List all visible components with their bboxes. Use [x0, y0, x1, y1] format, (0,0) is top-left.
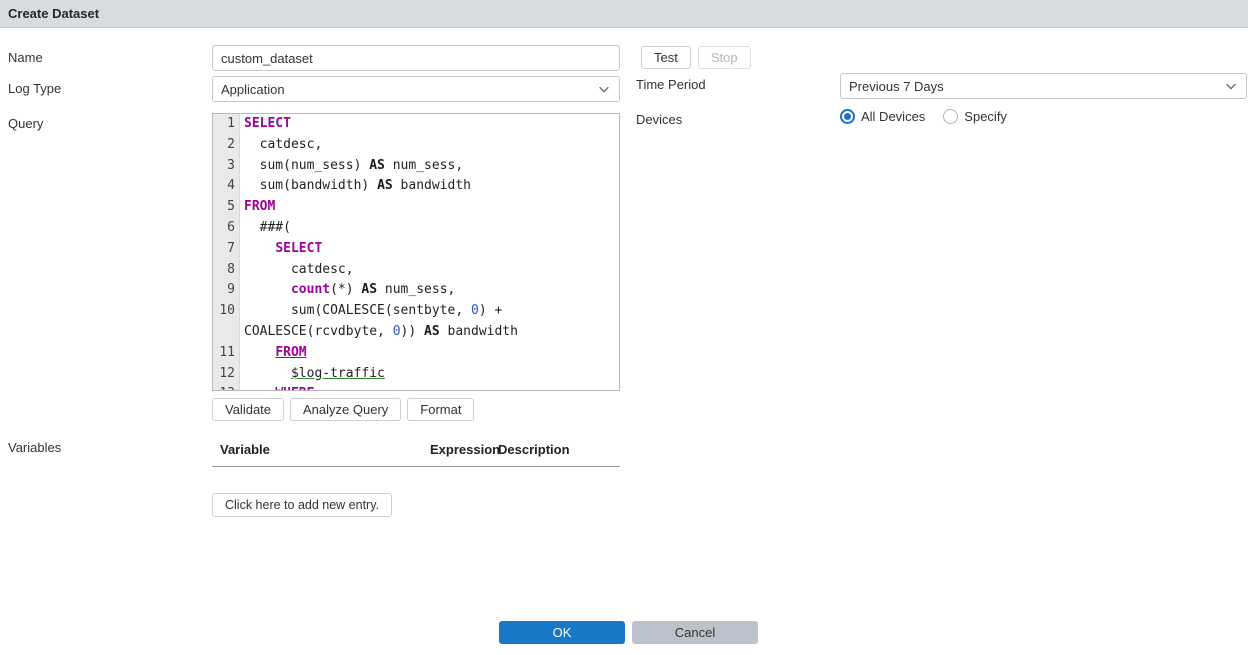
radio-unselected-icon — [943, 109, 958, 124]
variables-label: Variables — [8, 440, 61, 455]
all-devices-label: All Devices — [861, 109, 925, 124]
validate-button[interactable]: Validate — [212, 398, 284, 421]
variables-col-description: Description — [498, 442, 620, 457]
devices-radio-group: All Devices Specify — [840, 109, 1007, 124]
stop-button[interactable]: Stop — [698, 46, 751, 69]
specify-label: Specify — [964, 109, 1007, 124]
ok-button[interactable]: OK — [499, 621, 625, 644]
variables-col-expression: Expression — [430, 442, 498, 457]
analyze-query-button[interactable]: Analyze Query — [290, 398, 401, 421]
time-period-select[interactable]: Previous 7 Days — [840, 73, 1247, 99]
chevron-down-icon — [1224, 79, 1238, 93]
time-period-selected-value: Previous 7 Days — [849, 79, 944, 94]
format-button[interactable]: Format — [407, 398, 474, 421]
dialog-titlebar: Create Dataset — [0, 0, 1248, 28]
devices-option-specify[interactable]: Specify — [943, 109, 1007, 124]
create-dataset-dialog: Create Dataset Name Log Type Application… — [0, 0, 1248, 655]
query-editor-lines: 1SELECT2 catdesc,3 sum(num_sess) AS num_… — [213, 114, 619, 391]
add-variable-entry-button[interactable]: Click here to add new entry. — [212, 493, 392, 517]
log-type-select[interactable]: Application — [212, 76, 620, 102]
log-type-label: Log Type — [8, 81, 61, 96]
log-type-selected-value: Application — [221, 82, 285, 97]
cancel-button[interactable]: Cancel — [632, 621, 758, 644]
radio-selected-icon — [840, 109, 855, 124]
name-input[interactable] — [212, 45, 620, 71]
time-period-label: Time Period — [636, 77, 706, 92]
test-button[interactable]: Test — [641, 46, 691, 69]
chevron-down-icon — [597, 82, 611, 96]
name-label: Name — [8, 50, 43, 65]
variables-col-variable: Variable — [212, 442, 430, 457]
devices-label: Devices — [636, 112, 682, 127]
query-label: Query — [8, 116, 43, 131]
query-editor[interactable]: 1SELECT2 catdesc,3 sum(num_sess) AS num_… — [212, 113, 620, 391]
variables-table-header: Variable Expression Description — [212, 442, 620, 467]
devices-option-all-devices[interactable]: All Devices — [840, 109, 925, 124]
dialog-title: Create Dataset — [8, 6, 99, 21]
